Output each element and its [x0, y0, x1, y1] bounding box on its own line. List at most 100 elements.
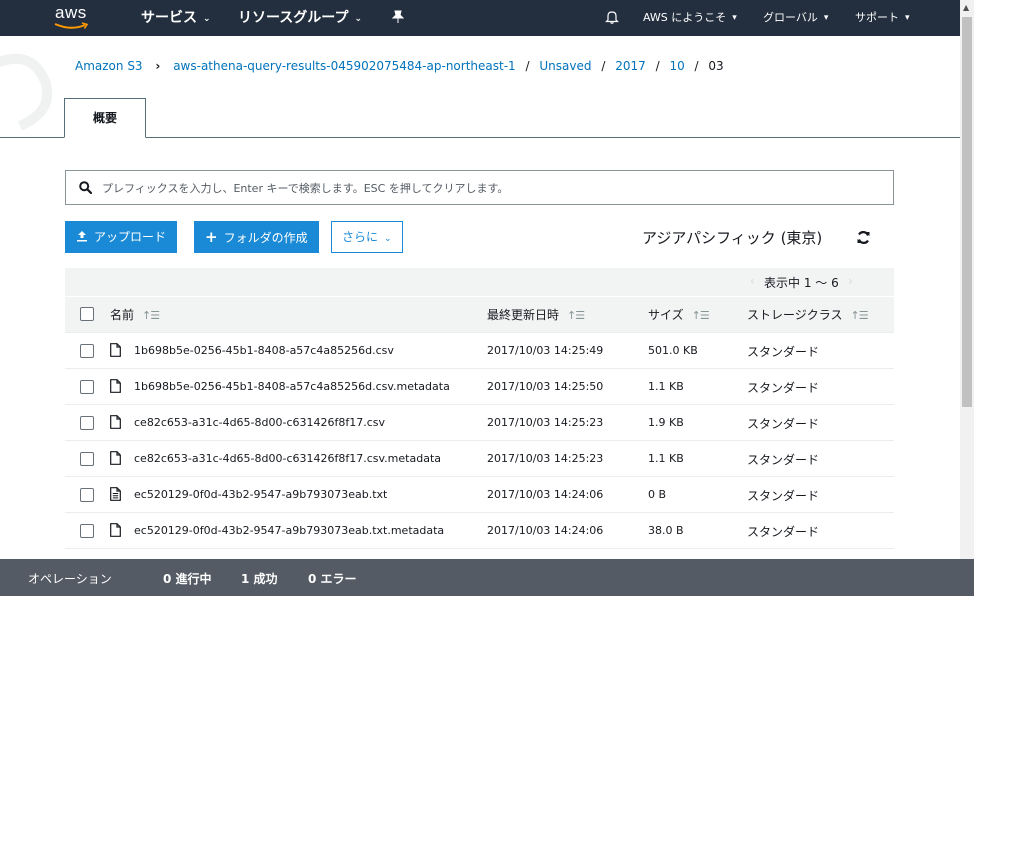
- sort-icon: ↑☰: [691, 309, 710, 322]
- search-icon: [79, 181, 92, 194]
- row-checkbox[interactable]: [80, 524, 94, 538]
- breadcrumb-bucket-link[interactable]: aws-athena-query-results-045902075484-ap…: [173, 59, 515, 73]
- file-name[interactable]: ec520129-0f0d-43b2-9547-a9b793073eab.txt: [134, 488, 387, 501]
- search-input[interactable]: [102, 179, 882, 197]
- operations-errors[interactable]: 0 エラー: [308, 570, 357, 587]
- breadcrumb-separator: /: [694, 59, 699, 73]
- region-label: アジアパシフィック (東京): [642, 229, 823, 247]
- file-storage-class: スタンダード: [747, 489, 820, 503]
- operations-label[interactable]: オペレーション: [28, 570, 112, 587]
- column-header-size[interactable]: サイズ ↑☰: [648, 306, 710, 323]
- pin-icon[interactable]: [391, 0, 405, 36]
- breadcrumb-current: 03: [708, 59, 724, 73]
- file-storage-class: スタンダード: [747, 417, 820, 431]
- plus-icon: +: [205, 228, 218, 246]
- file-name[interactable]: 1b698b5e-0256-45b1-8408-a57c4a85256d.csv: [134, 344, 394, 357]
- aws-logo-text: aws: [55, 3, 87, 22]
- scroll-up-arrow-icon[interactable]: ▲: [963, 3, 969, 12]
- aws-logo[interactable]: aws: [52, 3, 94, 33]
- support-menu[interactable]: サポート ▾: [855, 0, 910, 36]
- table-row[interactable]: ec520129-0f0d-43b2-9547-a9b793073eab.txt…: [65, 477, 894, 513]
- tab-overview[interactable]: 概要: [64, 98, 146, 138]
- file-modified: 2017/10/03 14:24:06: [487, 488, 604, 501]
- file-icon: [110, 343, 121, 357]
- services-menu[interactable]: サービス ⌄: [141, 0, 211, 36]
- upload-icon: [77, 231, 87, 242]
- account-menu[interactable]: AWS にようこそ ▾: [643, 0, 737, 36]
- file-size: 1.1 KB: [648, 380, 684, 393]
- row-checkbox[interactable]: [80, 416, 94, 430]
- region-menu-label: グローバル: [763, 11, 818, 24]
- create-folder-button[interactable]: + フォルダの作成: [194, 221, 319, 253]
- row-checkbox[interactable]: [80, 380, 94, 394]
- column-header-name-label: 名前: [110, 308, 135, 322]
- chevron-down-icon: ⌄: [384, 234, 392, 244]
- table-row[interactable]: ec520129-0f0d-43b2-9547-a9b793073eab.txt…: [65, 513, 894, 549]
- file-size: 0 B: [648, 488, 667, 501]
- row-checkbox[interactable]: [80, 452, 94, 466]
- breadcrumb: Amazon S3 › aws-athena-query-results-045…: [75, 59, 724, 73]
- aws-smile-icon: [54, 22, 89, 29]
- file-name[interactable]: ce82c653-a31c-4d65-8d00-c631426f8f17.csv: [134, 416, 385, 429]
- create-folder-button-label: フォルダの作成: [223, 231, 308, 245]
- table-row[interactable]: ce82c653-a31c-4d65-8d00-c631426f8f17.csv…: [65, 405, 894, 441]
- table-row[interactable]: ce82c653-a31c-4d65-8d00-c631426f8f17.csv…: [65, 441, 894, 477]
- row-checkbox[interactable]: [80, 488, 94, 502]
- breadcrumb-separator: ›: [155, 59, 161, 73]
- upload-button-label: アップロード: [94, 230, 167, 244]
- resource-groups-menu-label: リソースグループ: [238, 10, 349, 26]
- file-icon: [110, 451, 121, 465]
- breadcrumb-root-link[interactable]: Amazon S3: [75, 59, 143, 73]
- column-header-storage-class[interactable]: ストレージクラス ↑☰: [747, 306, 869, 323]
- file-icon: [110, 379, 121, 393]
- chevron-down-icon: ▾: [732, 13, 737, 23]
- column-header-storage-class-label: ストレージクラス: [747, 308, 843, 322]
- next-page-icon[interactable]: ›: [848, 274, 853, 288]
- table-row[interactable]: 1b698b5e-0256-45b1-8408-a57c4a85256d.csv…: [65, 369, 894, 405]
- column-header-size-label: サイズ: [648, 308, 684, 322]
- chevron-down-icon: ▾: [905, 13, 910, 23]
- text-file-icon: [110, 487, 121, 501]
- more-actions-button[interactable]: さらに ⌄: [331, 221, 403, 253]
- breadcrumb-folder-link[interactable]: 10: [669, 59, 684, 73]
- resource-groups-menu[interactable]: リソースグループ ⌄: [238, 0, 362, 36]
- file-name[interactable]: 1b698b5e-0256-45b1-8408-a57c4a85256d.csv…: [134, 380, 450, 393]
- notifications-bell-icon[interactable]: [605, 0, 619, 36]
- row-checkbox[interactable]: [80, 344, 94, 358]
- sort-icon: ↑☰: [567, 309, 585, 322]
- file-size: 1.1 KB: [648, 452, 684, 465]
- chevron-down-icon: ▾: [823, 13, 829, 23]
- previous-page-icon[interactable]: ‹: [750, 274, 755, 288]
- file-name[interactable]: ec520129-0f0d-43b2-9547-a9b793073eab.txt…: [134, 524, 444, 537]
- sort-icon: ↑☰: [142, 309, 160, 322]
- s3-console-viewport: aws サービス ⌄ リソースグループ ⌄ AWS にようこそ ▾ グローバル ▾ サポ…: [0, 0, 974, 596]
- file-storage-class: スタンダード: [747, 525, 820, 539]
- file-modified: 2017/10/03 14:25:23: [487, 452, 604, 465]
- sort-icon: ↑☰: [850, 309, 869, 322]
- more-actions-button-label: さらに: [342, 230, 379, 244]
- account-menu-label: AWS にようこそ: [643, 11, 727, 24]
- breadcrumb-folder-link[interactable]: 2017: [615, 59, 646, 73]
- operations-success[interactable]: 1 成功: [241, 570, 278, 587]
- chevron-down-icon: ⌄: [354, 14, 363, 24]
- file-storage-class: スタンダード: [747, 453, 820, 467]
- select-all-checkbox[interactable]: [80, 307, 94, 321]
- file-size: 501.0 KB: [648, 344, 698, 357]
- region-menu[interactable]: グローバル ▾: [763, 0, 828, 36]
- table-row[interactable]: 1b698b5e-0256-45b1-8408-a57c4a85256d.csv…: [65, 333, 894, 369]
- upload-button[interactable]: アップロード: [65, 221, 178, 253]
- file-name[interactable]: ce82c653-a31c-4d65-8d00-c631426f8f17.csv…: [134, 452, 441, 465]
- breadcrumb-folder-link[interactable]: Unsaved: [539, 59, 591, 73]
- search-box: [65, 170, 894, 205]
- background-decoration: [0, 53, 53, 131]
- chevron-down-icon: ⌄: [203, 14, 211, 24]
- operations-bar: オペレーション 0 進行中 1 成功 0 エラー: [0, 559, 974, 596]
- column-header-name[interactable]: 名前 ↑☰: [110, 306, 160, 323]
- file-storage-class: スタンダード: [747, 345, 820, 359]
- operations-in-progress[interactable]: 0 進行中: [163, 570, 212, 587]
- file-size: 38.0 B: [648, 524, 684, 537]
- vertical-scrollbar[interactable]: ▲: [960, 0, 974, 596]
- scrollbar-thumb[interactable]: [962, 17, 972, 407]
- column-header-modified[interactable]: 最終更新日時 ↑☰: [487, 306, 585, 323]
- refresh-icon[interactable]: [856, 230, 871, 245]
